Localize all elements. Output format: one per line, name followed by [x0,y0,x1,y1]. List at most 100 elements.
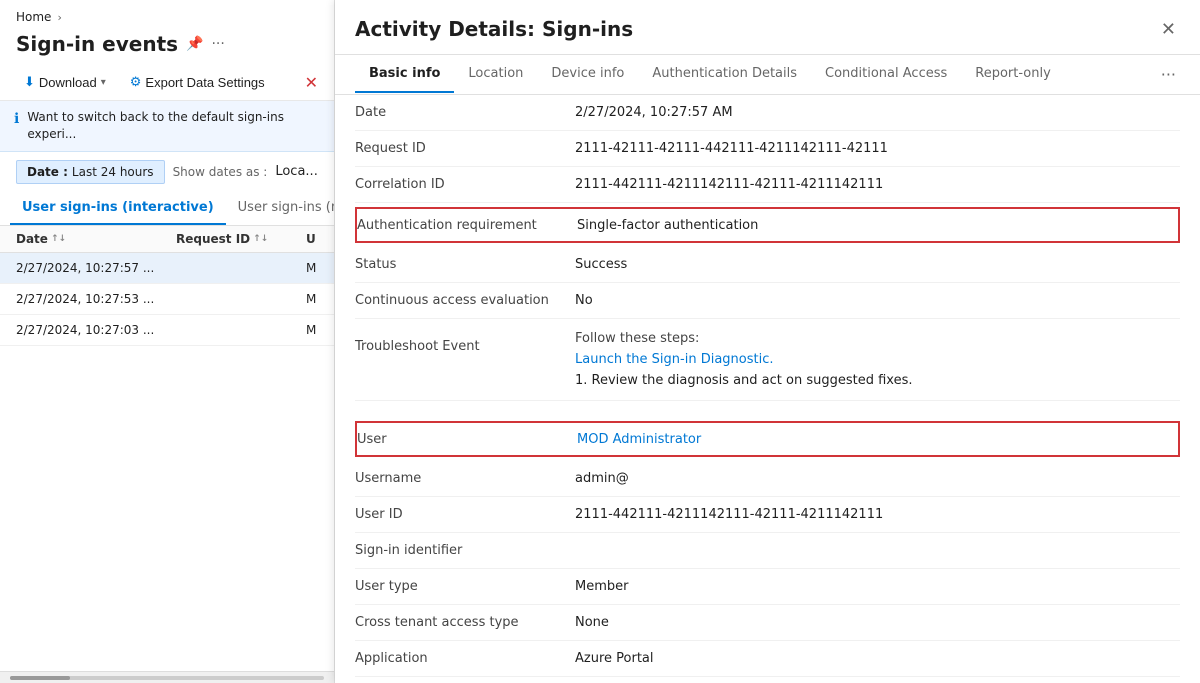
date-filter-label: Date : [27,165,68,179]
detail-auth-requirement-label: Authentication requirement [357,210,577,241]
breadcrumb-home[interactable]: Home [16,10,51,24]
detail-application-value: Azure Portal [575,643,1180,674]
troubleshoot-content: Follow these steps: Launch the Sign-in D… [575,331,1180,388]
detail-date-row: Date 2/27/2024, 10:27:57 AM [355,95,1180,131]
cell-date-1: 2/27/2024, 10:27:53 ... [16,292,176,306]
detail-application-label: Application [355,643,575,674]
detail-continuous-access-row: Continuous access evaluation No [355,283,1180,319]
detail-userid-label: User ID [355,499,575,530]
detail-application-row: Application Azure Portal [355,641,1180,677]
detail-signin-identifier-row: Sign-in identifier [355,533,1180,569]
detail-status-label: Status [355,249,575,280]
detail-correlationid-value: 2111-442111-4211142111-42111-4211142111 [575,169,1180,200]
date-filter-chip[interactable]: Date : Last 24 hours [16,160,165,184]
tab-conditional-access[interactable]: Conditional Access [811,56,961,93]
modal-body: Date 2/27/2024, 10:27:57 AM Request ID 2… [335,95,1200,683]
detail-continuous-access-label: Continuous access evaluation [355,285,575,316]
toolbar: ⬇ Download ▾ ⚙ Export Data Settings ✕ [0,64,334,101]
cell-u-2: M [306,323,334,337]
locale-value: Loca... [275,164,317,179]
cell-u-1: M [306,292,334,306]
table-row[interactable]: 2/27/2024, 10:27:57 ... M [0,253,334,284]
tab-authentication-details[interactable]: Authentication Details [638,56,811,93]
detail-usertype-value: Member [575,571,1180,602]
table-body: 2/27/2024, 10:27:57 ... M 2/27/2024, 10:… [0,253,334,671]
cell-date-2: 2/27/2024, 10:27:03 ... [16,323,176,337]
col-header-date[interactable]: Date ↑↓ [16,232,176,246]
tab-location[interactable]: Location [454,56,537,93]
info-banner: ℹ Want to switch back to the default sig… [0,101,334,152]
cell-requestid-0 [176,261,306,275]
cell-requestid-2 [176,323,306,337]
modal-header: Activity Details: Sign-ins ✕ [335,0,1200,55]
horizontal-scrollbar[interactable] [0,671,334,683]
info-banner-text: Want to switch back to the default sign-… [27,109,320,143]
detail-signin-identifier-value [575,543,1180,559]
detail-table: Date 2/27/2024, 10:27:57 AM Request ID 2… [355,95,1180,677]
detail-user-label: User [357,424,577,455]
tab-more-icon[interactable]: ··· [1157,55,1180,94]
export-settings-label: Export Data Settings [145,75,264,90]
date-filter-value: Last 24 hours [72,165,154,179]
detail-username-label: Username [355,463,575,494]
table-row[interactable]: 2/27/2024, 10:27:03 ... M [0,315,334,346]
tab-non-interactive[interactable]: User sign-ins (non... [226,192,335,225]
export-settings-button[interactable]: ⚙ Export Data Settings [122,70,273,94]
sort-icon-date: ↑↓ [51,234,66,244]
panel-title: Sign-in events [16,32,178,56]
detail-date-label: Date [355,97,575,128]
detail-username-value: admin@ [575,463,1180,494]
col-header-u: U [306,232,335,246]
download-button[interactable]: ⬇ Download ▾ [16,70,114,94]
tab-interactive[interactable]: User sign-ins (interactive) [10,192,226,225]
troubleshoot-note: 1. Review the diagnosis and act on sugge… [575,373,1180,388]
left-panel: Home › Sign-in events 📌 ··· ⬇ Download ▾… [0,0,335,683]
detail-username-row: Username admin@ [355,461,1180,497]
scrollbar-track [10,676,324,680]
detail-status-row: Status Success [355,247,1180,283]
detail-cross-tenant-label: Cross tenant access type [355,607,575,638]
download-icon: ⬇ [24,74,35,90]
detail-signin-identifier-label: Sign-in identifier [355,535,575,566]
detail-continuous-access-value: No [575,285,1180,316]
download-label: Download [39,75,97,90]
troubleshoot-link[interactable]: Launch the Sign-in Diagnostic. [575,352,1180,367]
info-icon: ℹ [14,110,19,130]
tab-basic-info[interactable]: Basic info [355,56,454,93]
detail-status-value: Success [575,249,1180,280]
tab-report-only[interactable]: Report-only [961,56,1065,93]
detail-userid-value: 2111-442111-4211142111-42111-4211142111 [575,499,1180,530]
sort-icon-requestid: ↑↓ [253,234,268,244]
filter-separator: Show dates as : [173,165,268,179]
troubleshoot-steps-label: Follow these steps: [575,331,1180,346]
filter-bar: Date : Last 24 hours Show dates as : Loc… [0,152,334,192]
table-row[interactable]: 2/27/2024, 10:27:53 ... M [0,284,334,315]
table-header: Date ↑↓ Request ID ↑↓ U [0,226,334,253]
detail-user-value[interactable]: MOD Administrator [577,424,1178,455]
detail-auth-requirement-row: Authentication requirement Single-factor… [355,207,1180,243]
col-header-requestid[interactable]: Request ID ↑↓ [176,232,306,246]
detail-cross-tenant-value: None [575,607,1180,638]
modal-close-button[interactable]: ✕ [1157,16,1180,42]
pin-icon[interactable]: 📌 [186,36,203,52]
activity-details-panel: Activity Details: Sign-ins ✕ Basic info … [335,0,1200,683]
detail-usertype-label: User type [355,571,575,602]
download-caret-icon: ▾ [101,77,106,88]
cell-requestid-1 [176,292,306,306]
detail-requestid-row: Request ID 2111-42111-42111-442111-42111… [355,131,1180,167]
detail-usertype-row: User type Member [355,569,1180,605]
left-tabs-row: User sign-ins (interactive) User sign-in… [0,192,334,226]
breadcrumb-chevron: › [57,11,61,24]
modal-tabs: Basic info Location Device info Authenti… [335,55,1200,95]
detail-cross-tenant-row: Cross tenant access type None [355,605,1180,641]
panel-header: Sign-in events 📌 ··· [0,28,334,64]
toolbar-close-icon[interactable]: ✕ [305,73,318,92]
detail-userid-row: User ID 2111-442111-4211142111-42111-421… [355,497,1180,533]
tab-device-info[interactable]: Device info [537,56,638,93]
breadcrumb: Home › [0,0,334,28]
more-options-icon[interactable]: ··· [211,36,224,52]
cell-u-0: M [306,261,334,275]
gear-icon: ⚙ [130,74,142,90]
detail-troubleshoot-label: Troubleshoot Event [355,331,575,388]
section-divider [355,401,1180,417]
